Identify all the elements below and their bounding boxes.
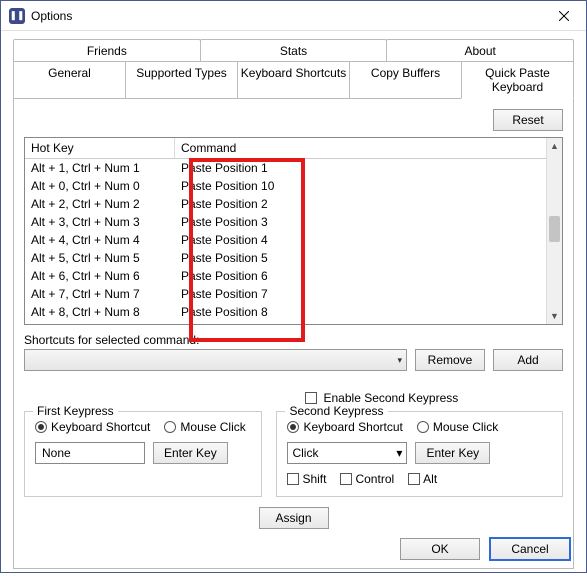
scroll-up-icon[interactable]: ▲ bbox=[547, 138, 562, 154]
tab-friends[interactable]: Friends bbox=[13, 39, 201, 62]
assign-button[interactable]: Assign bbox=[259, 507, 329, 529]
first-enter-key-button[interactable]: Enter Key bbox=[153, 442, 228, 464]
alt-checkbox[interactable]: Alt bbox=[408, 472, 437, 486]
command-cell: Paste Position 5 bbox=[175, 251, 546, 265]
table-row[interactable]: Alt + 9, Ctrl + Num 9Paste Position 9 bbox=[25, 321, 546, 324]
app-icon: ❚❚ bbox=[9, 8, 25, 24]
table-row[interactable]: Alt + 4, Ctrl + Num 4Paste Position 4 bbox=[25, 231, 546, 249]
table-row[interactable]: Alt + 1, Ctrl + Num 1Paste Position 1 bbox=[25, 159, 546, 177]
tab-supported-types[interactable]: Supported Types bbox=[125, 61, 238, 99]
command-cell: Paste Position 3 bbox=[175, 215, 546, 229]
shortcut-list[interactable]: Hot Key Command Alt + 1, Ctrl + Num 1Pas… bbox=[24, 137, 563, 325]
shift-checkbox[interactable]: Shift bbox=[287, 472, 326, 486]
first-keyboard-shortcut-radio[interactable]: Keyboard Shortcut bbox=[35, 420, 150, 434]
scroll-thumb[interactable] bbox=[549, 216, 560, 242]
chevron-down-icon: ▾ bbox=[396, 446, 402, 460]
table-row[interactable]: Alt + 8, Ctrl + Num 8Paste Position 8 bbox=[25, 303, 546, 321]
table-row[interactable]: Alt + 5, Ctrl + Num 5Paste Position 5 bbox=[25, 249, 546, 267]
second-keyboard-shortcut-radio[interactable]: Keyboard Shortcut bbox=[287, 420, 402, 434]
radio-icon bbox=[417, 421, 429, 433]
tab-general[interactable]: General bbox=[13, 61, 126, 99]
first-keypress-input[interactable]: None bbox=[35, 442, 145, 464]
second-enter-key-button[interactable]: Enter Key bbox=[415, 442, 490, 464]
reset-button[interactable]: Reset bbox=[493, 109, 563, 131]
second-mouse-click-radio[interactable]: Mouse Click bbox=[417, 420, 498, 434]
second-keypress-select[interactable]: Click ▾ bbox=[287, 442, 407, 464]
checkbox-icon bbox=[340, 473, 352, 485]
tab-panel: Reset Hot Key Command Alt + 1, Ctrl + Nu… bbox=[13, 99, 574, 569]
tab-copy-buffers[interactable]: Copy Buffers bbox=[349, 61, 462, 99]
table-row[interactable]: Alt + 6, Ctrl + Num 6Paste Position 6 bbox=[25, 267, 546, 285]
window-title: Options bbox=[31, 9, 542, 23]
scrollbar[interactable]: ▲ ▼ bbox=[546, 138, 562, 324]
first-mouse-click-radio[interactable]: Mouse Click bbox=[164, 420, 245, 434]
hotkey-cell: Alt + 4, Ctrl + Num 4 bbox=[25, 233, 175, 247]
shortcuts-combo[interactable]: ▾ bbox=[24, 349, 407, 371]
ok-button[interactable]: OK bbox=[400, 538, 480, 560]
table-row[interactable]: Alt + 7, Ctrl + Num 7Paste Position 7 bbox=[25, 285, 546, 303]
chevron-down-icon: ▾ bbox=[397, 355, 402, 366]
add-button[interactable]: Add bbox=[493, 349, 563, 371]
shortcuts-label: Shortcuts for selected command: bbox=[24, 333, 563, 347]
remove-button[interactable]: Remove bbox=[415, 349, 485, 371]
table-row[interactable]: Alt + 0, Ctrl + Num 0Paste Position 10 bbox=[25, 177, 546, 195]
first-keypress-title: First Keypress bbox=[33, 404, 118, 418]
command-cell: Paste Position 10 bbox=[175, 179, 546, 193]
second-keypress-group: Second Keypress Keyboard Shortcut Mouse … bbox=[276, 411, 563, 497]
hotkey-cell: Alt + 5, Ctrl + Num 5 bbox=[25, 251, 175, 265]
command-cell: Paste Position 7 bbox=[175, 287, 546, 301]
hotkey-cell: Alt + 2, Ctrl + Num 2 bbox=[25, 197, 175, 211]
hotkey-cell: Alt + 7, Ctrl + Num 7 bbox=[25, 287, 175, 301]
close-icon bbox=[559, 11, 569, 21]
command-cell: Paste Position 9 bbox=[175, 323, 546, 324]
table-row[interactable]: Alt + 3, Ctrl + Num 3Paste Position 3 bbox=[25, 213, 546, 231]
command-cell: Paste Position 6 bbox=[175, 269, 546, 283]
column-header-command[interactable]: Command bbox=[175, 138, 546, 158]
hotkey-cell: Alt + 8, Ctrl + Num 8 bbox=[25, 305, 175, 319]
hotkey-cell: Alt + 6, Ctrl + Num 6 bbox=[25, 269, 175, 283]
titlebar: ❚❚ Options bbox=[1, 1, 586, 31]
second-keypress-title: Second Keypress bbox=[285, 404, 387, 418]
hotkey-cell: Alt + 9, Ctrl + Num 9 bbox=[25, 323, 175, 324]
checkbox-icon bbox=[305, 392, 317, 404]
control-checkbox[interactable]: Control bbox=[340, 472, 394, 486]
enable-second-keypress-label: Enable Second Keypress bbox=[324, 391, 459, 405]
tab-quick-paste-keyboard[interactable]: Quick Paste Keyboard bbox=[461, 61, 574, 99]
tab-about[interactable]: About bbox=[386, 39, 574, 62]
tab-row-upper: Friends Stats About bbox=[13, 39, 574, 62]
radio-icon bbox=[35, 421, 47, 433]
command-cell: Paste Position 4 bbox=[175, 233, 546, 247]
scroll-down-icon[interactable]: ▼ bbox=[547, 308, 562, 324]
cancel-button[interactable]: Cancel bbox=[490, 538, 570, 560]
hotkey-cell: Alt + 0, Ctrl + Num 0 bbox=[25, 179, 175, 193]
checkbox-icon bbox=[287, 473, 299, 485]
command-cell: Paste Position 8 bbox=[175, 305, 546, 319]
table-row[interactable]: Alt + 2, Ctrl + Num 2Paste Position 2 bbox=[25, 195, 546, 213]
checkbox-icon bbox=[408, 473, 420, 485]
enable-second-keypress-checkbox[interactable]: Enable Second Keypress bbox=[305, 391, 564, 405]
hotkey-cell: Alt + 3, Ctrl + Num 3 bbox=[25, 215, 175, 229]
column-header-hotkey[interactable]: Hot Key bbox=[25, 138, 175, 158]
tab-row-lower: General Supported Types Keyboard Shortcu… bbox=[13, 61, 574, 99]
command-cell: Paste Position 2 bbox=[175, 197, 546, 211]
radio-icon bbox=[164, 421, 176, 433]
tab-stats[interactable]: Stats bbox=[200, 39, 388, 62]
tab-keyboard-shortcuts[interactable]: Keyboard Shortcuts bbox=[237, 61, 350, 99]
command-cell: Paste Position 1 bbox=[175, 161, 546, 175]
first-keypress-group: First Keypress Keyboard Shortcut Mouse C… bbox=[24, 411, 262, 497]
hotkey-cell: Alt + 1, Ctrl + Num 1 bbox=[25, 161, 175, 175]
close-button[interactable] bbox=[542, 1, 586, 31]
options-window: ❚❚ Options Friends Stats About General S… bbox=[0, 0, 587, 573]
radio-icon bbox=[287, 421, 299, 433]
